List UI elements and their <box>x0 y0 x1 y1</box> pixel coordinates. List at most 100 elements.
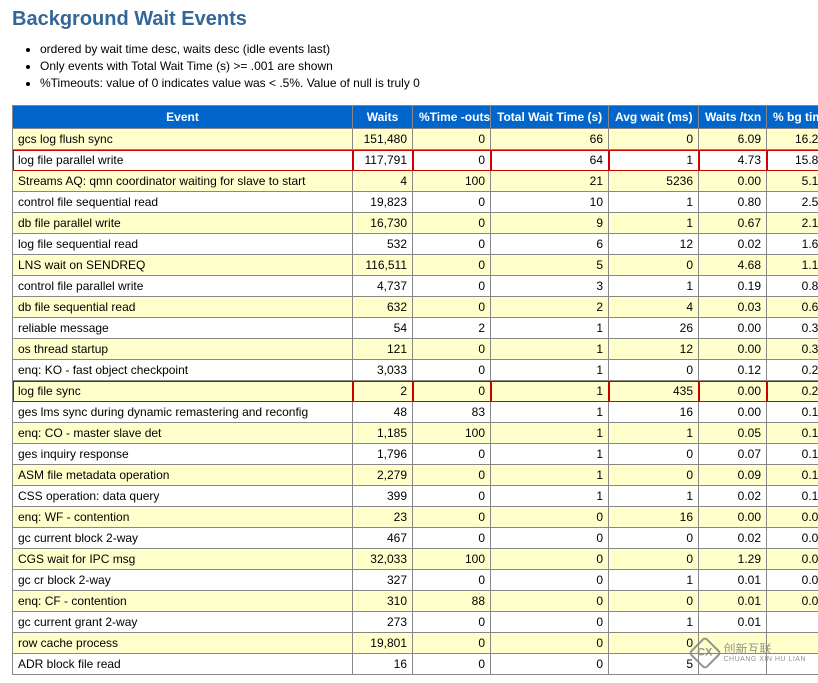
cell-total: 66 <box>491 129 609 150</box>
cell-event: CSS operation: data query <box>13 486 353 507</box>
cell-avg: 0 <box>609 444 699 465</box>
cell-avg: 16 <box>609 507 699 528</box>
cell-waits: 2,279 <box>353 465 413 486</box>
table-row: log file sync2014350.000.22 <box>13 381 818 402</box>
cell-bg: 0.15 <box>767 444 818 465</box>
table-row: enq: KO - fast object checkpoint3,033010… <box>13 360 818 381</box>
cell-event: gc current block 2-way <box>13 528 353 549</box>
cell-event: row cache process <box>13 633 353 654</box>
cell-timeouts: 83 <box>413 402 491 423</box>
cell-total: 1 <box>491 444 609 465</box>
cell-timeouts: 0 <box>413 612 491 633</box>
cell-bg: 2.53 <box>767 192 818 213</box>
cell-txn: 0.01 <box>699 591 767 612</box>
cell-waits: 532 <box>353 234 413 255</box>
cell-bg: 0.35 <box>767 318 818 339</box>
cell-waits: 327 <box>353 570 413 591</box>
col-header-waits: Waits <box>353 106 413 129</box>
col-header-txn: Waits /txn <box>699 106 767 129</box>
cell-txn: 0.01 <box>699 612 767 633</box>
cell-waits: 19,823 <box>353 192 413 213</box>
cell-bg: 0.09 <box>767 507 818 528</box>
cell-txn: 0.19 <box>699 276 767 297</box>
cell-avg: 0 <box>609 591 699 612</box>
cell-avg: 5236 <box>609 171 699 192</box>
cell-event: enq: CO - master slave det <box>13 423 353 444</box>
table-row: gc cr block 2-way3270010.010.04 <box>13 570 818 591</box>
cell-total: 0 <box>491 591 609 612</box>
table-row: enq: CO - master slave det1,185100110.05… <box>13 423 818 444</box>
cell-txn: 0.80 <box>699 192 767 213</box>
cell-txn: 0.07 <box>699 444 767 465</box>
cell-timeouts: 0 <box>413 192 491 213</box>
cell-timeouts: 0 <box>413 150 491 171</box>
cell-event: control file parallel write <box>13 276 353 297</box>
cell-txn: 0.03 <box>699 297 767 318</box>
cell-bg: 0.25 <box>767 360 818 381</box>
cell-waits: 116,511 <box>353 255 413 276</box>
cell-txn: 4.73 <box>699 150 767 171</box>
cell-total: 0 <box>491 570 609 591</box>
cell-timeouts: 100 <box>413 549 491 570</box>
cell-txn: 0.02 <box>699 528 767 549</box>
cell-txn <box>699 633 767 654</box>
note-item: ordered by wait time desc, waits desc (i… <box>40 41 806 58</box>
cell-txn: 1.29 <box>699 549 767 570</box>
cell-waits: 117,791 <box>353 150 413 171</box>
cell-timeouts: 0 <box>413 444 491 465</box>
cell-waits: 3,033 <box>353 360 413 381</box>
cell-total: 1 <box>491 423 609 444</box>
cell-waits: 16 <box>353 654 413 675</box>
cell-waits: 32,033 <box>353 549 413 570</box>
cell-waits: 632 <box>353 297 413 318</box>
cell-event: log file sequential read <box>13 234 353 255</box>
cell-waits: 16,730 <box>353 213 413 234</box>
cell-bg: 0.04 <box>767 549 818 570</box>
table-row: control file parallel write4,7370310.190… <box>13 276 818 297</box>
cell-event: reliable message <box>13 318 353 339</box>
cell-bg: 5.18 <box>767 171 818 192</box>
cell-bg: 0.13 <box>767 465 818 486</box>
col-header-timeouts: %Time -outs <box>413 106 491 129</box>
table-row: ADR block file read16005 <box>13 654 818 675</box>
cell-bg: 0.12 <box>767 486 818 507</box>
cell-event: ASM file metadata operation <box>13 465 353 486</box>
cell-timeouts: 0 <box>413 528 491 549</box>
cell-event: enq: KO - fast object checkpoint <box>13 360 353 381</box>
cell-timeouts: 0 <box>413 339 491 360</box>
cell-avg: 1 <box>609 486 699 507</box>
table-row: ges lms sync during dynamic remastering … <box>13 402 818 423</box>
cell-timeouts: 88 <box>413 591 491 612</box>
cell-timeouts: 100 <box>413 171 491 192</box>
cell-event: ges inquiry response <box>13 444 353 465</box>
cell-total: 0 <box>491 633 609 654</box>
cell-txn: 0.00 <box>699 507 767 528</box>
table-row: CSS operation: data query3990110.020.12 <box>13 486 818 507</box>
cell-bg: 0.86 <box>767 276 818 297</box>
cell-bg <box>767 612 818 633</box>
cell-total: 1 <box>491 360 609 381</box>
cell-total: 64 <box>491 150 609 171</box>
cell-bg <box>767 633 818 654</box>
table-body: gcs log flush sync151,48006606.0916.26lo… <box>13 129 818 675</box>
cell-txn: 0.01 <box>699 570 767 591</box>
cell-txn: 0.05 <box>699 423 767 444</box>
cell-total: 21 <box>491 171 609 192</box>
cell-bg: 2.16 <box>767 213 818 234</box>
cell-event: gc cr block 2-way <box>13 570 353 591</box>
cell-event: db file parallel write <box>13 213 353 234</box>
cell-bg: 0.04 <box>767 570 818 591</box>
note-item: %Timeouts: value of 0 indicates value wa… <box>40 75 806 92</box>
cell-avg: 1 <box>609 570 699 591</box>
cell-waits: 151,480 <box>353 129 413 150</box>
table-row: gc current grant 2-way2730010.01 <box>13 612 818 633</box>
cell-timeouts: 100 <box>413 423 491 444</box>
cell-avg: 5 <box>609 654 699 675</box>
cell-timeouts: 0 <box>413 633 491 654</box>
cell-event: enq: WF - contention <box>13 507 353 528</box>
table-row: db file parallel write16,7300910.672.16 <box>13 213 818 234</box>
cell-timeouts: 0 <box>413 213 491 234</box>
cell-bg: 0.15 <box>767 423 818 444</box>
table-row: LNS wait on SENDREQ116,5110504.681.16 <box>13 255 818 276</box>
table-row: os thread startup12101120.000.35 <box>13 339 818 360</box>
